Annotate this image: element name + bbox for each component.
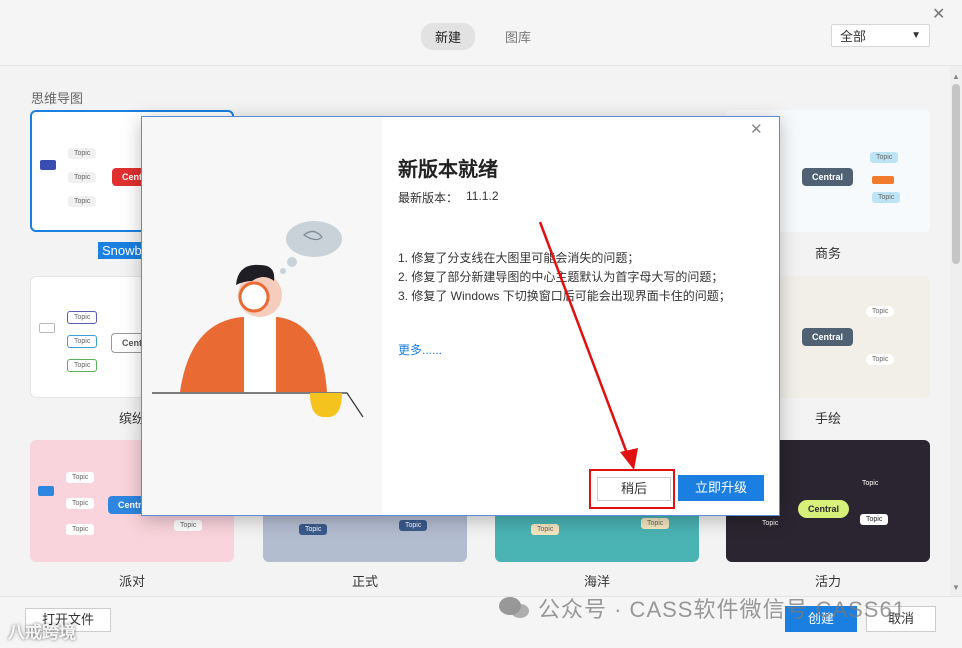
annotation-arrow <box>538 221 638 470</box>
watermark-right: 公众号 · CASS软件微信号 CASS61 <box>498 592 906 624</box>
annotation-highlight-box <box>589 469 675 509</box>
watermark-text: 公众号 · CASS软件微信号 CASS61 <box>538 597 906 622</box>
watermark-left: 八戒跨境 <box>8 623 76 642</box>
wechat-icon <box>499 597 529 618</box>
